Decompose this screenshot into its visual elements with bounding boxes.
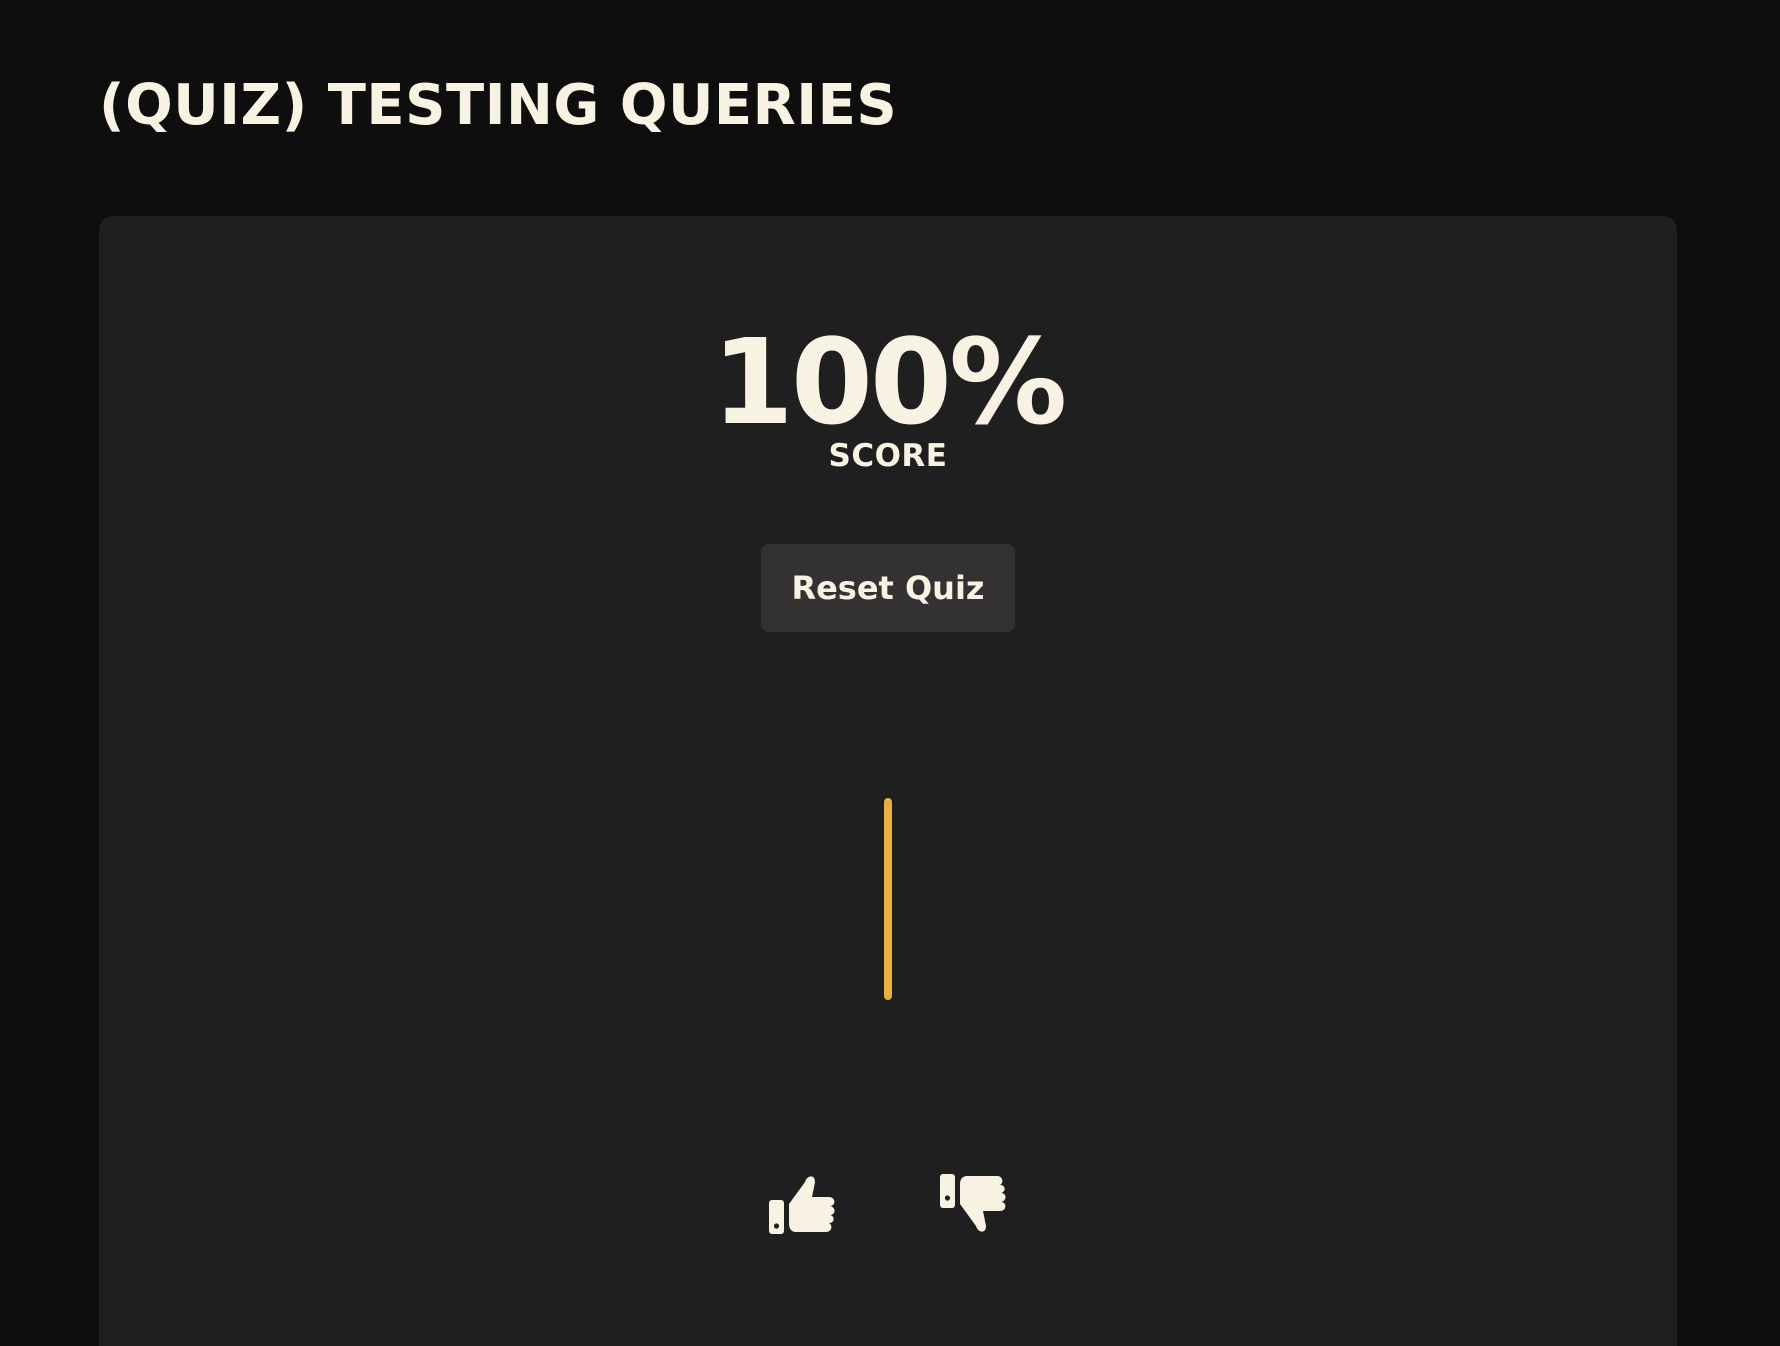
score-value: 100% (711, 313, 1068, 451)
quiz-card: 100% SCORE Reset Quiz (99, 216, 1677, 1346)
thumbs-down-button[interactable] (937, 1166, 1013, 1242)
thumbs-up-icon (769, 1176, 835, 1234)
reset-quiz-button[interactable]: Reset Quiz (761, 544, 1015, 632)
text-cursor (884, 798, 892, 1000)
score-label: SCORE (828, 438, 948, 474)
page-title: (QUIZ) TESTING QUERIES (99, 73, 898, 138)
thumbs-down-icon (940, 1174, 1006, 1232)
thumbs-up-button[interactable] (766, 1166, 842, 1242)
question-card[interactable] (588, 736, 1188, 1036)
